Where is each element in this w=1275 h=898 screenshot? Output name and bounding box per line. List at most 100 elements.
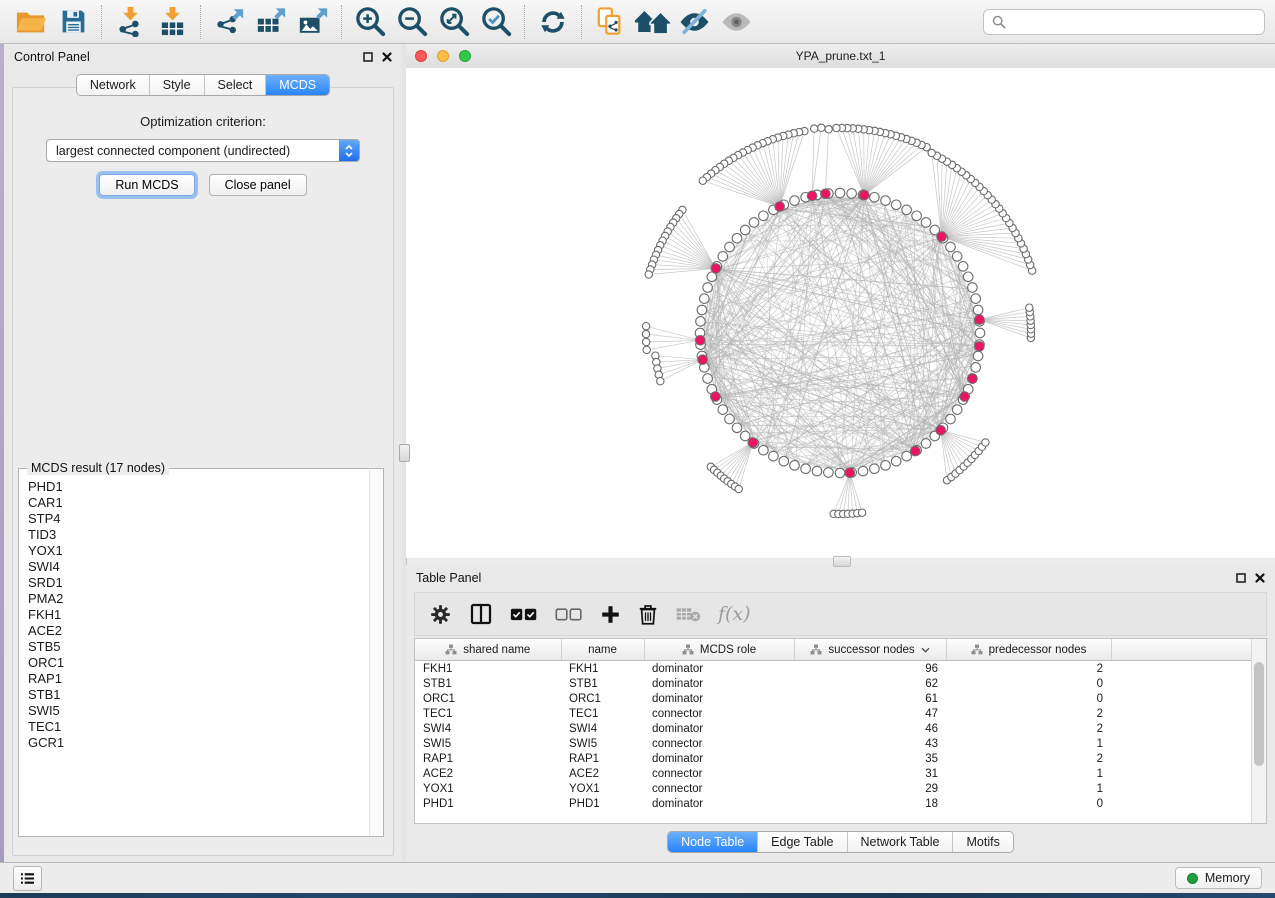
table-row[interactable]: STB1STB1dominator620 — [415, 676, 1266, 691]
export-table-button[interactable] — [250, 3, 292, 41]
mcds-result-item[interactable]: SWI5 — [28, 703, 369, 719]
zoom-selected-button[interactable] — [475, 3, 517, 41]
tab-motifs[interactable]: Motifs — [953, 832, 1012, 852]
mcds-result-title: MCDS result (17 nodes) — [27, 461, 169, 475]
run-mcds-button[interactable]: Run MCDS — [99, 174, 194, 196]
show-columns-button[interactable] — [469, 602, 493, 626]
column-header-mcds-role[interactable]: MCDS role — [644, 639, 794, 661]
maximize-window-button[interactable] — [459, 50, 471, 62]
mcds-result-item[interactable]: ORC1 — [28, 655, 369, 671]
export-network-button[interactable] — [208, 3, 250, 41]
network-graph[interactable] — [406, 68, 1274, 557]
mcds-result-item[interactable]: STB5 — [28, 639, 369, 655]
close-panel-icon[interactable] — [1255, 573, 1265, 583]
search-field[interactable] — [983, 9, 1265, 35]
vertical-splitter-grip[interactable] — [399, 444, 410, 462]
add-column-button[interactable] — [600, 604, 621, 625]
mcds-result-item[interactable]: CAR1 — [28, 495, 369, 511]
table-row[interactable]: PHD1PHD1dominator180 — [415, 796, 1266, 811]
main-toolbar — [0, 0, 1275, 44]
tab-node-table[interactable]: Node Table — [668, 832, 758, 852]
mcds-result-item[interactable]: GCR1 — [28, 735, 369, 751]
mcds-result-item[interactable]: SRD1 — [28, 575, 369, 591]
zoom-out-button[interactable] — [391, 3, 433, 41]
mcds-result-item[interactable]: RAP1 — [28, 671, 369, 687]
show-elements-button[interactable] — [715, 3, 757, 41]
control-panel-title: Control Panel — [14, 50, 90, 64]
import-network-icon — [115, 6, 146, 37]
mcds-result-item[interactable]: SWI4 — [28, 559, 369, 575]
mcds-result-item[interactable]: FKH1 — [28, 607, 369, 623]
chevron-down-icon — [345, 152, 353, 157]
close-panel-button[interactable]: Close panel — [209, 174, 307, 196]
memory-status-dot — [1187, 873, 1198, 884]
mcds-result-item[interactable]: TID3 — [28, 527, 369, 543]
mcds-result-item[interactable]: STB1 — [28, 687, 369, 703]
table-scrollbar[interactable] — [1251, 639, 1266, 823]
float-panel-icon[interactable] — [363, 52, 373, 62]
task-history-button[interactable] — [13, 866, 42, 891]
column-header-name[interactable]: name — [561, 639, 644, 661]
deselect-all-button[interactable] — [555, 605, 583, 623]
select-all-button[interactable] — [510, 605, 538, 623]
table-settings-button[interactable] — [429, 603, 452, 626]
table-row[interactable]: ACE2ACE2connector311 — [415, 766, 1266, 781]
network-window-titlebar[interactable]: YPA_prune.txt_1 — [406, 44, 1275, 69]
refresh-icon — [538, 7, 568, 37]
network-canvas[interactable] — [406, 68, 1275, 558]
share-view-button[interactable] — [589, 3, 631, 41]
import-network-button[interactable] — [109, 3, 151, 41]
home-button[interactable] — [631, 3, 673, 41]
optimization-criterion-select[interactable]: largest connected component (undirected) — [46, 139, 360, 162]
save-session-button[interactable] — [52, 3, 94, 41]
delete-column-button[interactable] — [638, 603, 658, 626]
selected-criterion-value: largest connected component (undirected) — [47, 144, 339, 158]
mcds-result-item[interactable]: STP4 — [28, 511, 369, 527]
plus-icon — [600, 604, 621, 625]
open-session-button[interactable] — [10, 3, 52, 41]
tab-mcds[interactable]: MCDS — [266, 75, 329, 95]
column-header-filler — [1111, 639, 1266, 661]
table-scrollbar-thumb[interactable] — [1254, 662, 1264, 766]
minimize-window-button[interactable] — [437, 50, 449, 62]
table-row[interactable]: YOX1YOX1connector291 — [415, 781, 1266, 796]
hide-elements-button[interactable] — [673, 3, 715, 41]
column-header-predecessor-nodes[interactable]: predecessor nodes — [946, 639, 1111, 661]
zoom-fit-button[interactable] — [433, 3, 475, 41]
memory-button[interactable]: Memory — [1175, 867, 1262, 889]
export-table-icon — [255, 6, 287, 37]
column-label: MCDS role — [700, 644, 756, 656]
float-panel-icon[interactable] — [1236, 573, 1246, 583]
table-row[interactable]: RAP1RAP1dominator352 — [415, 751, 1266, 766]
horizontal-splitter-grip[interactable] — [833, 556, 851, 567]
tab-network-table[interactable]: Network Table — [848, 832, 954, 852]
tab-network[interactable]: Network — [77, 75, 150, 95]
close-panel-icon[interactable] — [382, 52, 392, 62]
toolbar-separator — [581, 5, 582, 39]
refresh-view-button[interactable] — [532, 3, 574, 41]
table-row[interactable]: ORC1ORC1dominator610 — [415, 691, 1266, 706]
tab-style[interactable]: Style — [150, 75, 205, 95]
search-input[interactable] — [1012, 14, 1256, 30]
table-row[interactable]: SWI5SWI5connector431 — [415, 736, 1266, 751]
tab-select[interactable]: Select — [205, 75, 267, 95]
zoom-out-icon — [396, 5, 429, 38]
mcds-result-item[interactable]: TEC1 — [28, 719, 369, 735]
export-image-button[interactable] — [292, 3, 334, 41]
table-row[interactable]: FKH1FKH1dominator962 — [415, 661, 1266, 677]
mcds-result-list[interactable]: PHD1CAR1STP4TID3YOX1SWI4SRD1PMA2FKH1ACE2… — [19, 475, 369, 836]
column-header-successor-nodes[interactable]: successor nodes — [794, 639, 946, 661]
mcds-result-item[interactable]: PMA2 — [28, 591, 369, 607]
columns-icon — [469, 602, 493, 626]
zoom-in-button[interactable] — [349, 3, 391, 41]
column-header-shared-name[interactable]: shared name — [415, 639, 561, 661]
mcds-result-item[interactable]: PHD1 — [28, 479, 369, 495]
mcds-list-scrollbar[interactable] — [369, 470, 383, 835]
table-row[interactable]: SWI4SWI4dominator462 — [415, 721, 1266, 736]
tab-edge-table[interactable]: Edge Table — [758, 832, 847, 852]
table-row[interactable]: TEC1TEC1connector472 — [415, 706, 1266, 721]
close-window-button[interactable] — [415, 50, 427, 62]
mcds-result-item[interactable]: YOX1 — [28, 543, 369, 559]
mcds-result-item[interactable]: ACE2 — [28, 623, 369, 639]
import-table-button[interactable] — [151, 3, 193, 41]
